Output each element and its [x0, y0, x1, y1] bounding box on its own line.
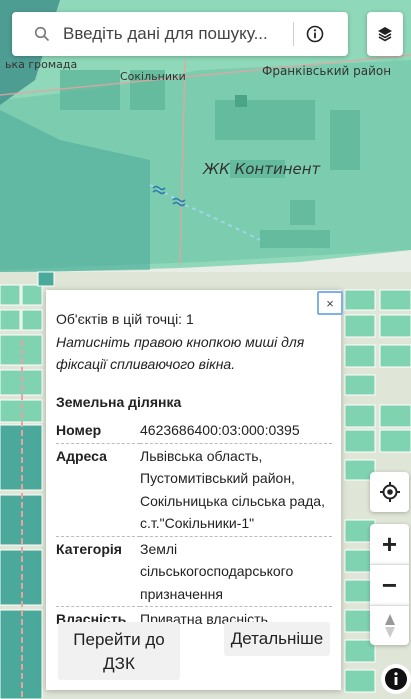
table-row: Категорія Землі сільськогосподарського п… [56, 536, 332, 607]
map-label-district: Франківський район [262, 64, 392, 78]
search-icon[interactable] [32, 24, 52, 44]
compass-button[interactable] [370, 605, 409, 645]
layers-button[interactable] [367, 12, 403, 56]
compass-icon [384, 613, 395, 638]
zoom-in-button[interactable]: + [370, 524, 409, 564]
popup-section-title: Земельна ділянка [56, 394, 182, 410]
attr-key: Адреса [56, 443, 140, 537]
attr-key: Номер [56, 418, 140, 444]
map-label-community: ька громада [5, 58, 78, 71]
attr-key: Категорія [56, 536, 140, 607]
go-to-dzk-button[interactable]: Перейти до ДЗК [58, 622, 180, 680]
info-button[interactable] [295, 14, 335, 54]
search-input[interactable]: Введіть дані для пошуку... [63, 24, 281, 44]
search-divider [293, 22, 294, 46]
popup-object-count: Об'єктів в цій точці: 1 [56, 311, 194, 327]
attr-value: Львівська область, Пустомитівський район… [140, 443, 332, 537]
plus-icon: + [381, 529, 398, 559]
attr-value: 4623686400:03:000:0395 [140, 418, 332, 444]
popup-close-button[interactable]: × [317, 291, 343, 315]
details-button[interactable]: Детальніше [224, 622, 330, 656]
locate-button[interactable] [370, 472, 409, 512]
feature-popup: Об'єктів в цій точці: 1 Натисніть правою… [46, 290, 341, 690]
search-bar: Введіть дані для пошуку... [12, 12, 348, 56]
table-row: Номер 4623686400:03:000:0395 [56, 418, 332, 444]
crosshair-icon [379, 482, 400, 502]
attr-value: Землі сільськогосподарського призначення [140, 536, 332, 607]
attribution-info-button[interactable] [381, 664, 411, 694]
info-icon [306, 25, 324, 43]
info-icon [385, 668, 407, 690]
map-label-complex: ЖК Континент [203, 160, 321, 178]
popup-hint: Натисніть правою кнопкою миші для фіксац… [56, 334, 305, 372]
table-row: Адреса Львівська область, Пустомитівськи… [56, 443, 332, 537]
layers-icon [378, 27, 392, 42]
parcel-attributes-table: Номер 4623686400:03:000:0395 Адреса Льві… [56, 418, 332, 632]
waterfall-icon [152, 185, 186, 207]
popup-actions: Перейти до ДЗК Детальніше [46, 622, 341, 682]
zoom-out-button[interactable]: − [370, 564, 409, 605]
minus-icon: − [381, 570, 398, 600]
map-label-village: Сокільники [120, 70, 186, 83]
